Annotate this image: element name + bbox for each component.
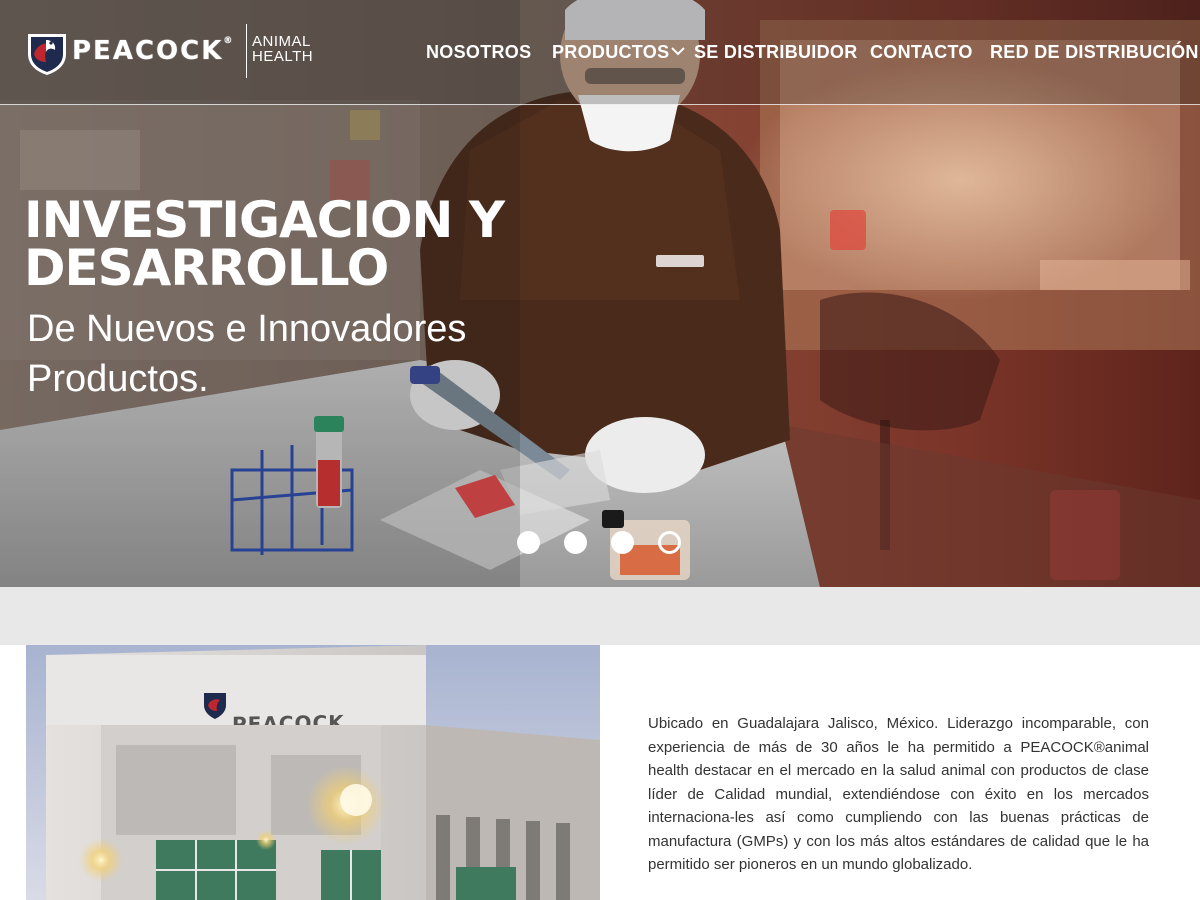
nav-item-red-de-distribucion[interactable]: RED DE DISTRIBUCIÓN (990, 42, 1199, 63)
hero-slider: PEACOCK® ANIMAL HEALTH NOSOTROS PRODUCTO… (0, 0, 1200, 587)
main-menu: NOSOTROS PRODUCTOS SE DISTRIBUIDOR CONTA… (0, 42, 1200, 66)
slider-dot-1[interactable] (517, 531, 540, 554)
slider-dot-4-active[interactable] (658, 531, 681, 554)
nav-item-se-distribuidor[interactable]: SE DISTRIBUIDOR (694, 42, 858, 63)
nav-item-contacto[interactable]: CONTACTO (870, 42, 973, 63)
building-illustration: PEACOCK (26, 645, 600, 900)
slider-dot-3[interactable] (611, 531, 634, 554)
slider-dot-2[interactable] (564, 531, 587, 554)
top-navbar: PEACOCK® ANIMAL HEALTH NOSOTROS PRODUCTO… (0, 0, 1200, 105)
section-divider-band (0, 587, 1200, 645)
about-paragraph: Ubicado en Guadalajara Jalisco, México. … (648, 715, 1149, 873)
headquarters-building-photo: PEACOCK (26, 645, 600, 900)
chevron-down-icon (671, 47, 686, 56)
nav-item-nosotros[interactable]: NOSOTROS (426, 42, 531, 63)
hero-title: INVESTIGACION Y DESARROLLO (24, 191, 505, 297)
slider-pagination (517, 531, 687, 555)
hero-subtitle: De Nuevos e Innovadores Productos. (27, 308, 467, 400)
nav-item-productos[interactable]: PRODUCTOS (552, 42, 686, 63)
